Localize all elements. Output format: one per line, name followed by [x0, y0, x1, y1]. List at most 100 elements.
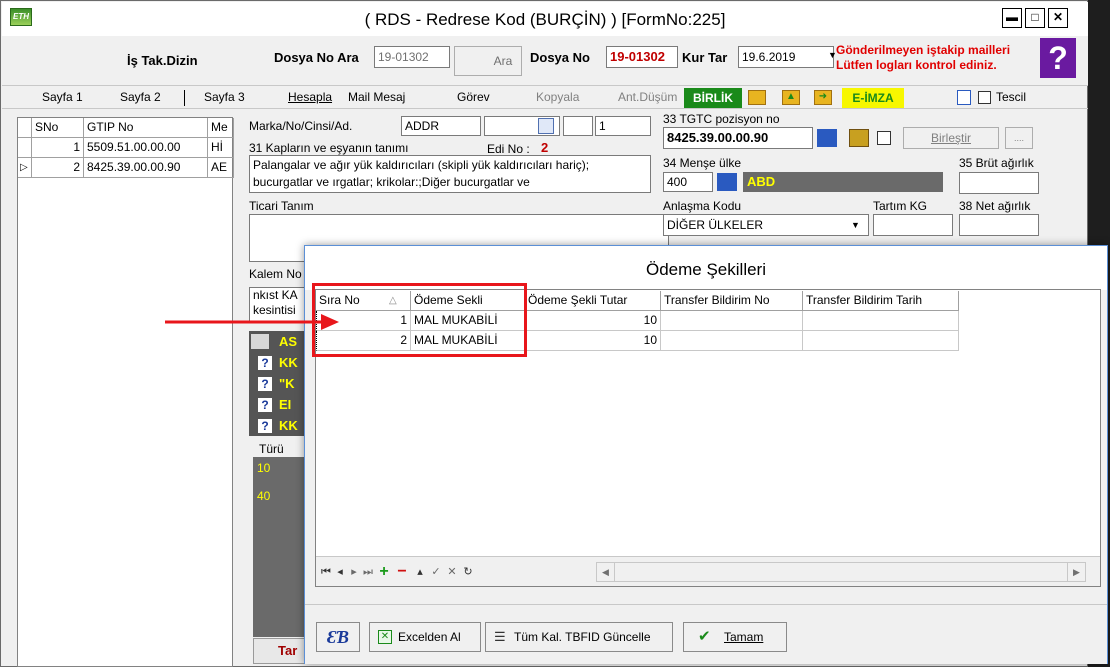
dosya-no-value[interactable]: 19-01302 — [606, 46, 678, 68]
grid-cell-sno[interactable]: 1 — [32, 138, 84, 158]
turu-row[interactable]: 40 — [257, 489, 270, 503]
grid-cell-sno[interactable]: 2 — [32, 158, 84, 178]
delete-record-icon[interactable]: − — [396, 564, 408, 580]
status-block: AS ? KK ? "K ? EI ? KK — [249, 331, 309, 436]
excelden-al-button[interactable]: ✕ Excelden Al — [369, 622, 481, 652]
arrow-annotation — [165, 314, 339, 330]
add-record-icon[interactable]: + — [378, 564, 390, 580]
grid-cell-me[interactable]: AE — [208, 158, 234, 178]
tum-kal-button[interactable]: ☰ Tüm Kal. TBFID Güncelle — [485, 622, 673, 652]
table-cell-transfer-tarih[interactable] — [803, 331, 959, 351]
tanim-textarea[interactable]: Palangalar ve ağır yük kaldırıcıları (sk… — [249, 155, 651, 193]
dosya-no-ara-input[interactable]: 19-01302 — [374, 46, 450, 68]
col-header-odeme-tutar[interactable]: Ödeme Şekli Tutar — [525, 291, 661, 311]
grid-header-me[interactable]: Me — [208, 118, 234, 138]
eb-logo-icon[interactable]: ƐƁ — [316, 622, 360, 652]
grid-header-gtip[interactable]: GTIP No — [84, 118, 208, 138]
table-cell-tutar[interactable]: 10 — [525, 331, 661, 351]
tab-sayfa-1[interactable]: Sayfa 1 — [42, 90, 83, 108]
status-label-kk: KK — [279, 355, 298, 370]
dosya-no-ara-label: Dosya No Ara — [274, 50, 359, 65]
e-imza-button[interactable]: E-İMZA — [842, 88, 904, 108]
turu-list: 10 40 — [253, 457, 305, 637]
question-icon[interactable]: ? — [257, 418, 273, 434]
edit-record-icon[interactable]: ▴ — [414, 565, 426, 579]
folder-open-icon[interactable] — [748, 90, 766, 105]
anlasma-select[interactable]: DİĞER ÜLKELER — [663, 214, 869, 236]
birlestir-button[interactable]: Birleştir — [903, 127, 999, 149]
tab-gorev[interactable]: Görev — [457, 90, 490, 108]
tab-kopyala[interactable]: Kopyala — [536, 90, 579, 108]
tescil-checkbox[interactable] — [978, 91, 991, 104]
birlik-button[interactable]: BİRLİK — [684, 88, 742, 108]
next-record-icon[interactable]: ▸ — [348, 565, 360, 579]
first-record-icon[interactable]: ⏮ — [320, 565, 332, 579]
net-input[interactable] — [959, 214, 1039, 236]
grid-cell-gtip[interactable]: 5509.51.00.00.00 — [84, 138, 208, 158]
marka-num-input[interactable]: 1 — [595, 116, 651, 136]
help-icon[interactable]: ? — [1040, 38, 1076, 78]
table-cell-transfer-no[interactable] — [661, 331, 803, 351]
grid-header-sno[interactable]: SNo — [32, 118, 84, 138]
is-tak-dizin-label[interactable]: İş Tak.Dizin — [127, 53, 198, 68]
turu-row[interactable]: 10 — [257, 461, 270, 475]
table-cell-tutar[interactable]: 10 — [525, 311, 661, 331]
kur-tar-input[interactable]: 19.6.2019 — [738, 46, 834, 68]
mense-code-input[interactable]: 400 — [663, 172, 713, 192]
tab-ant-dusum[interactable]: Ant.Düşüm — [618, 90, 677, 108]
chevron-down-icon[interactable]: ▼ — [851, 220, 860, 230]
marka-input[interactable]: ADDR — [401, 116, 481, 136]
tab-hesapla[interactable]: Hesapla — [288, 90, 332, 108]
cancel-record-icon[interactable]: ✕ — [446, 565, 458, 579]
col-header-transfer-no[interactable]: Transfer Bildirim No — [661, 291, 803, 311]
horizontal-scrollbar[interactable]: ◀ ▶ — [596, 562, 1086, 582]
net-label: 38 Net ağırlık — [959, 199, 1031, 213]
lookup-icon[interactable] — [817, 129, 837, 147]
box-icon[interactable] — [849, 129, 869, 147]
edit-icon[interactable] — [538, 118, 554, 134]
tar-button[interactable]: Tar — [253, 638, 305, 664]
current-row-indicator-icon: ▷ — [18, 158, 32, 178]
excelden-al-label: Excelden Al — [398, 630, 461, 644]
question-icon[interactable]: ? — [257, 355, 273, 371]
refresh-icon[interactable]: ↻ — [462, 565, 474, 579]
dots-button[interactable]: .... — [1005, 127, 1033, 149]
maximize-button[interactable]: □ — [1025, 8, 1045, 28]
col-header-transfer-tarih[interactable]: Transfer Bildirim Tarih — [803, 291, 959, 311]
tgtc-input[interactable]: 8425.39.00.00.90 — [663, 127, 813, 149]
scroll-right-icon[interactable]: ▶ — [1067, 563, 1085, 581]
prev-record-icon[interactable]: ◂ — [334, 565, 346, 579]
document-search-icon[interactable] — [957, 90, 971, 105]
table-cell-transfer-no[interactable] — [661, 311, 803, 331]
scroll-left-icon[interactable]: ◀ — [597, 563, 615, 581]
ara-button[interactable]: Ara — [454, 46, 522, 76]
warning-line-2: Lütfen logları kontrol ediniz. — [836, 58, 997, 72]
close-button[interactable]: ✕ — [1048, 8, 1068, 28]
tab-sayfa-2[interactable]: Sayfa 2 — [120, 90, 161, 108]
anlasma-label: Anlaşma Kodu — [663, 199, 742, 213]
grid-cell-me[interactable]: Hİ — [208, 138, 234, 158]
question-icon[interactable]: ? — [257, 397, 273, 413]
tab-sayfa-3[interactable]: Sayfa 3 — [204, 90, 245, 108]
minimize-button[interactable]: ▬ — [1002, 8, 1022, 28]
table-cell-transfer-tarih[interactable] — [803, 311, 959, 331]
last-record-icon[interactable]: ⏭ — [362, 565, 374, 579]
grid-cell-gtip[interactable]: 8425.39.00.00.90 — [84, 158, 208, 178]
post-record-icon[interactable]: ✓ — [430, 565, 442, 579]
turu-label: Türü — [259, 442, 284, 456]
tab-mail-mesaj[interactable]: Mail Mesaj — [348, 90, 405, 108]
tgtc-checkbox[interactable] — [877, 131, 891, 145]
brut-input[interactable] — [959, 172, 1039, 194]
status-label-ei: EI — [279, 397, 292, 412]
ticari-tanim-label: Ticari Tanım — [249, 199, 314, 213]
highlight-box — [312, 283, 527, 357]
lookup-icon[interactable] — [717, 173, 737, 191]
tartim-input[interactable] — [873, 214, 953, 236]
marka-small-input[interactable] — [563, 116, 593, 136]
list-icon: ☰ — [494, 629, 506, 644]
question-icon[interactable]: ? — [257, 376, 273, 392]
folder-send-icon[interactable]: ➜ — [814, 90, 832, 105]
tamam-button[interactable]: ✔ Tamam — [683, 622, 787, 652]
dosya-no-label: Dosya No — [530, 50, 590, 65]
folder-up-icon[interactable]: ▲ — [782, 90, 800, 105]
